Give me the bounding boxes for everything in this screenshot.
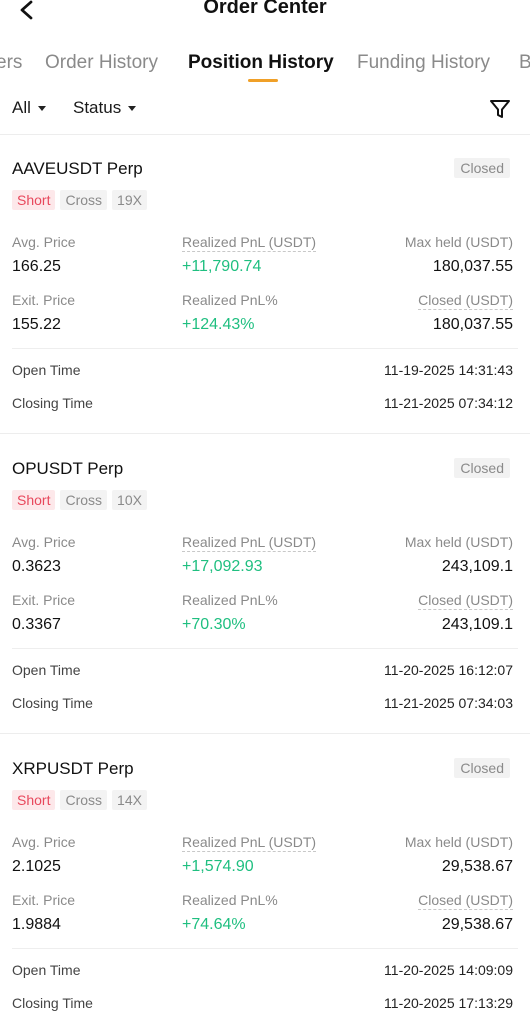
all-filter-dropdown[interactable]: All <box>12 98 46 118</box>
closing-time-label: Closing Time <box>12 695 93 711</box>
leverage-tag: 10X <box>112 490 147 510</box>
realized-pnl-value: +1,574.90 <box>182 858 254 875</box>
max-held-value: 180,037.55 <box>432 258 513 275</box>
status-badge: Closed <box>454 458 510 478</box>
filter-bar: All Status <box>0 98 530 122</box>
funnel-icon[interactable] <box>489 98 511 120</box>
tab-orders[interactable]: ers <box>0 52 22 74</box>
realized-pnl-pct-value: +74.64% <box>182 916 246 933</box>
realized-pnl-pct-label: Realized PnL% <box>182 592 278 608</box>
closed-usdt-label[interactable]: Closed (USDT) <box>418 592 513 610</box>
realized-pnl-label[interactable]: Realized PnL (USDT) <box>182 234 317 252</box>
open-time-value: 11-20-2025 16:12:07 <box>384 662 513 678</box>
leverage-tag: 14X <box>112 790 147 810</box>
pair-name: AAVEUSDT Perp <box>12 159 143 178</box>
avg-price-value: 0.3623 <box>12 558 61 575</box>
exit-price-value: 155.22 <box>12 316 61 333</box>
realized-pnl-value: +17,092.93 <box>182 558 263 575</box>
status-filter-dropdown[interactable]: Status <box>73 98 137 118</box>
max-held-label: Max held (USDT) <box>404 534 513 550</box>
open-time-value: 11-20-2025 14:09:09 <box>384 962 513 978</box>
closed-usdt-value: 29,538.67 <box>441 916 513 933</box>
closed-usdt-value: 180,037.55 <box>432 316 513 333</box>
tag-row: Short Cross 14X <box>12 790 152 812</box>
header: Order Center <box>0 0 530 30</box>
open-time-value: 11-19-2025 14:31:43 <box>384 362 513 378</box>
closing-time-label: Closing Time <box>12 395 93 411</box>
closing-time-label: Closing Time <box>12 995 93 1011</box>
max-held-label: Max held (USDT) <box>404 834 513 850</box>
avg-price-label: Avg. Price <box>12 234 76 250</box>
realized-pnl-value: +11,790.74 <box>182 258 262 275</box>
realized-pnl-pct-label: Realized PnL% <box>182 892 278 908</box>
avg-price-label: Avg. Price <box>12 834 76 850</box>
max-held-label: Max held (USDT) <box>404 234 513 250</box>
pair-name: XRPUSDT Perp <box>12 759 134 778</box>
realized-pnl-label[interactable]: Realized PnL (USDT) <box>182 834 317 852</box>
open-time-label: Open Time <box>12 362 81 378</box>
margin-tag: Cross <box>60 490 108 510</box>
closing-time-value: 11-20-2025 17:13:29 <box>384 995 513 1011</box>
position-card[interactable]: AAVEUSDT Perp Closed Short Cross 19X Avg. … <box>0 134 530 434</box>
max-held-value: 29,538.67 <box>441 858 513 875</box>
tag-row: Short Cross 19X <box>12 190 152 212</box>
realized-pnl-pct-value: +70.30% <box>182 616 246 633</box>
max-held-value: 243,109.1 <box>441 558 513 575</box>
page-title: Order Center <box>203 0 327 18</box>
position-card[interactable]: OPUSDT Perp Closed Short Cross 10X Avg. Pr… <box>0 434 530 734</box>
closed-usdt-label[interactable]: Closed (USDT) <box>418 892 513 910</box>
open-time-label: Open Time <box>12 962 81 978</box>
exit-price-label: Exit. Price <box>12 892 76 908</box>
open-time-label: Open Time <box>12 662 81 678</box>
closed-usdt-value: 243,109.1 <box>441 616 513 633</box>
tab-funding-history[interactable]: Funding History <box>357 52 490 74</box>
active-tab-indicator <box>248 79 278 82</box>
margin-tag: Cross <box>60 190 108 210</box>
side-tag: Short <box>12 190 56 210</box>
side-tag: Short <box>12 490 56 510</box>
tab-more[interactable]: B <box>519 52 530 74</box>
closing-time-value: 11-21-2025 07:34:12 <box>384 395 513 411</box>
tab-position-history[interactable]: Position History <box>188 52 334 74</box>
caret-down-icon <box>37 106 46 112</box>
caret-down-icon <box>128 106 137 112</box>
margin-tag: Cross <box>60 790 108 810</box>
tab-order-history[interactable]: Order History <box>45 52 158 74</box>
divider <box>12 948 518 949</box>
position-card[interactable]: XRPUSDT Perp Closed Short Cross 14X Avg. P… <box>0 734 530 1024</box>
side-tag: Short <box>12 790 56 810</box>
tag-row: Short Cross 10X <box>12 490 152 512</box>
exit-price-value: 0.3367 <box>12 616 61 633</box>
exit-price-label: Exit. Price <box>12 292 76 308</box>
exit-price-label: Exit. Price <box>12 592 76 608</box>
status-badge: Closed <box>454 758 510 778</box>
exit-price-value: 1.9884 <box>12 916 61 933</box>
status-badge: Closed <box>454 158 510 178</box>
avg-price-label: Avg. Price <box>12 534 76 550</box>
divider <box>12 648 518 649</box>
status-filter-label: Status <box>73 98 122 117</box>
avg-price-value: 166.25 <box>12 258 61 275</box>
leverage-tag: 19X <box>112 190 147 210</box>
closed-usdt-label[interactable]: Closed (USDT) <box>418 292 513 310</box>
divider <box>12 348 518 349</box>
avg-price-value: 2.1025 <box>12 858 61 875</box>
realized-pnl-label[interactable]: Realized PnL (USDT) <box>182 534 317 552</box>
closing-time-value: 11-21-2025 07:34:03 <box>384 695 513 711</box>
pair-name: OPUSDT Perp <box>12 459 124 478</box>
realized-pnl-pct-label: Realized PnL% <box>182 292 278 308</box>
all-filter-label: All <box>12 98 31 117</box>
realized-pnl-pct-value: +124.43% <box>182 316 255 333</box>
